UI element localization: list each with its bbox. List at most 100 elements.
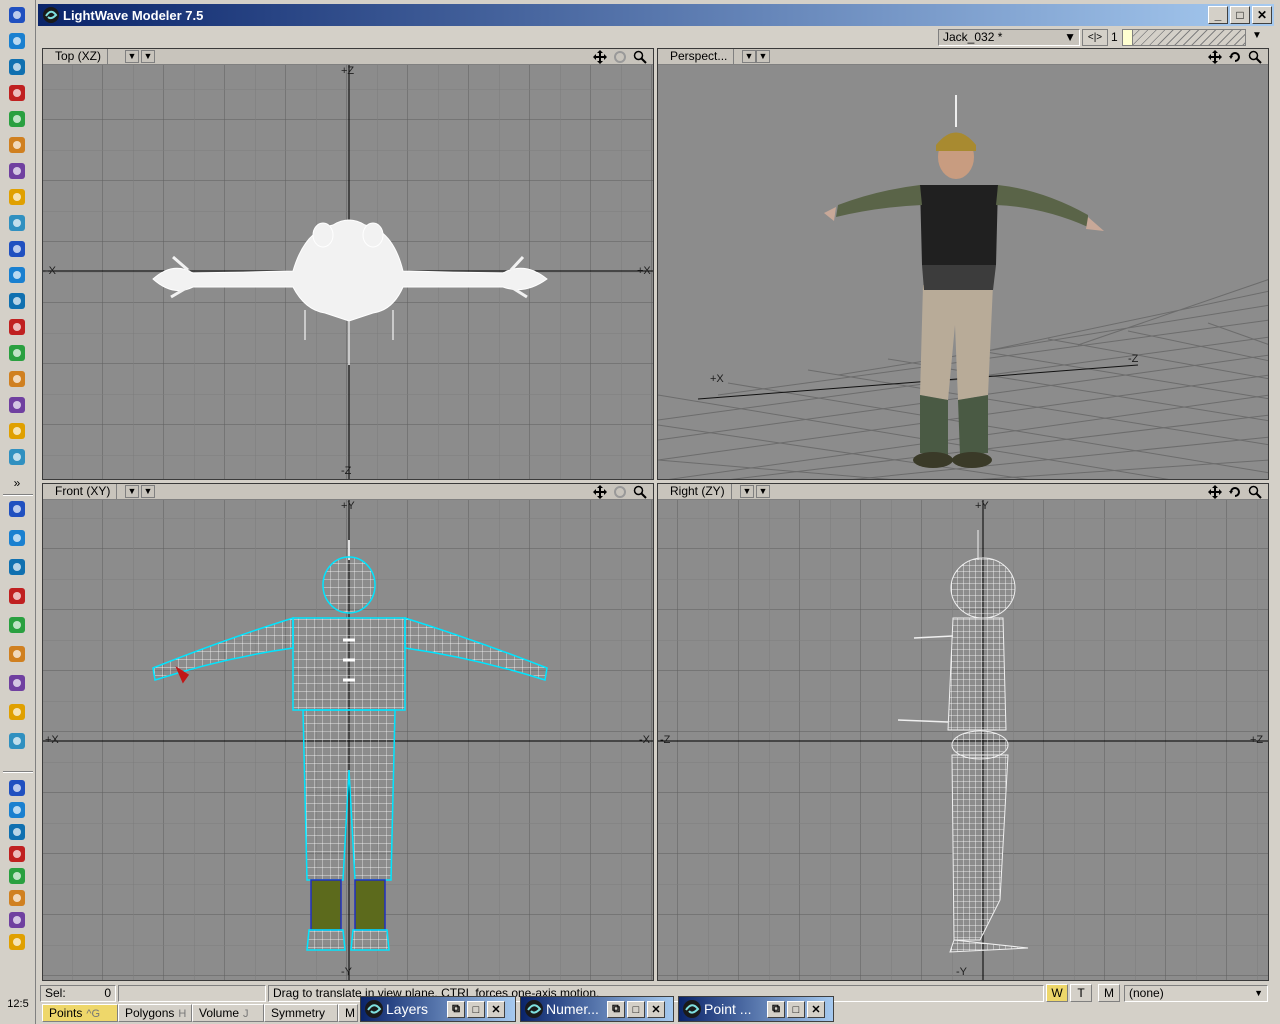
runner-icon[interactable]	[5, 799, 29, 821]
layers-panel-title: Layers	[386, 1001, 429, 1017]
move-view-icon[interactable]	[1206, 50, 1224, 64]
layer-nav-button[interactable]: <|>	[1082, 29, 1108, 46]
view-type-dropdown[interactable]: ▼	[742, 50, 756, 63]
cd-icon[interactable]	[5, 394, 29, 416]
restore-button[interactable]: ⧉	[767, 1001, 785, 1018]
disk-icon[interactable]	[5, 701, 29, 723]
symmetry-label: Symmetry	[271, 1006, 325, 1020]
viewport-title: Right (ZY)	[664, 484, 732, 499]
restore-button[interactable]: ⧉	[607, 1001, 625, 1018]
layer-1-button[interactable]	[1123, 30, 1133, 45]
render-mode-dropdown[interactable]: ▼	[141, 50, 155, 63]
rotate-view-icon[interactable]	[1226, 485, 1244, 499]
close-button[interactable]: ✕	[647, 1001, 665, 1018]
zoom-view-icon[interactable]	[631, 50, 649, 64]
figure-icon[interactable]	[5, 134, 29, 156]
rotate-view-icon[interactable]	[611, 50, 629, 64]
texture-map-button[interactable]: T	[1070, 984, 1092, 1002]
view-type-dropdown[interactable]: ▼	[125, 50, 139, 63]
close-button[interactable]: ✕	[807, 1001, 825, 1018]
viewport-right[interactable]: Right (ZY) ▼ ▼ +Y -Y -Z +Z	[657, 483, 1269, 981]
vertex-map-select[interactable]: (none) ▼	[1124, 985, 1268, 1002]
layer-object-select[interactable]: Jack_032 * ▼	[938, 29, 1080, 46]
runner-icon[interactable]	[5, 420, 29, 442]
viewport-top[interactable]: Top (XZ) ▼ ▼ +Z -Z +X -X	[42, 48, 654, 480]
move-view-icon[interactable]	[591, 50, 609, 64]
maximize-button[interactable]: □	[787, 1001, 805, 1018]
title-bar[interactable]: LightWave Modeler 7.5 _ □ ✕	[38, 4, 1274, 26]
viewport-front[interactable]: Front (XY) ▼ ▼ +Y -Y +X -X	[42, 483, 654, 981]
numeric-panel-minimized[interactable]: Numer... ⧉ □ ✕	[520, 996, 674, 1022]
close-button[interactable]: ✕	[487, 1001, 505, 1018]
render-mode-dropdown[interactable]: ▼	[141, 485, 155, 498]
close-button[interactable]: ✕	[1252, 6, 1272, 24]
lightwave-icon[interactable]	[5, 316, 29, 338]
lightwave-icon[interactable]	[5, 446, 29, 468]
m-logo-icon[interactable]	[5, 290, 29, 312]
document-icon[interactable]	[5, 186, 29, 208]
rotate-view-icon[interactable]	[1226, 50, 1244, 64]
printer-icon[interactable]	[5, 931, 29, 953]
maximize-button[interactable]: □	[627, 1001, 645, 1018]
quicktime-icon[interactable]	[5, 82, 29, 104]
minimize-button[interactable]: _	[1208, 6, 1228, 24]
maximize-button[interactable]: □	[1230, 6, 1250, 24]
points-mode-button[interactable]: Points ^G	[42, 1004, 118, 1022]
windows-start-icon[interactable]	[5, 4, 29, 26]
modes-m-button[interactable]: M	[338, 1004, 358, 1022]
view-type-dropdown[interactable]: ▼	[740, 485, 754, 498]
layer-bank-arrow-icon[interactable]: ▼	[1252, 30, 1262, 41]
axis-label-nx: -X	[45, 265, 56, 277]
internet-explorer-icon[interactable]	[5, 108, 29, 130]
globe-icon[interactable]	[5, 30, 29, 52]
red-ball-icon[interactable]	[5, 238, 29, 260]
layers-panel-minimized[interactable]: Layers ⧉ □ ✕	[360, 996, 516, 1022]
image-icon[interactable]	[5, 160, 29, 182]
internet-explorer-icon[interactable]	[5, 614, 29, 636]
volume-mode-button[interactable]: Volume J	[192, 1004, 264, 1022]
lightwave-icon[interactable]	[5, 498, 29, 520]
cube-icon[interactable]	[5, 527, 29, 549]
speaker-icon[interactable]	[5, 887, 29, 909]
lightwave-modeler-window: 12:5 » LightWave Modeler 7.5 _ □ ✕ Jack_…	[0, 0, 1280, 1024]
weight-map-button[interactable]: W	[1046, 984, 1068, 1002]
lightwave-icon[interactable]	[5, 843, 29, 865]
red-bug-icon[interactable]	[5, 264, 29, 286]
viewport-title: Top (XZ)	[49, 49, 109, 64]
taskbar-chevron[interactable]: »	[5, 472, 29, 494]
zoom-view-icon[interactable]	[1246, 485, 1264, 499]
move-view-icon[interactable]	[1206, 485, 1224, 499]
zoom-view-icon[interactable]	[1246, 50, 1264, 64]
internet-explorer-icon[interactable]	[5, 56, 29, 78]
points-mode-label: Points	[49, 1006, 83, 1020]
viewport-perspective[interactable]: Perspect... ▼ ▼ +X -Z	[657, 48, 1269, 480]
internet-explorer-icon[interactable]	[5, 556, 29, 578]
window-title: LightWave Modeler 7.5	[63, 7, 204, 23]
render-mode-dropdown[interactable]: ▼	[756, 50, 770, 63]
globe-icon[interactable]	[5, 730, 29, 752]
morph-map-button[interactable]: M	[1098, 984, 1120, 1002]
internet-explorer-icon[interactable]	[5, 585, 29, 607]
layer-toolbar: Jack_032 * ▼ <|> 1 ▼	[38, 27, 1274, 47]
restore-button[interactable]: ⧉	[447, 1001, 465, 1018]
polygons-mode-label: Polygons	[125, 1006, 175, 1020]
lightwave-icon[interactable]	[5, 342, 29, 364]
folder-icon[interactable]	[5, 777, 29, 799]
symmetry-button[interactable]: Symmetry	[264, 1004, 338, 1022]
film-icon[interactable]	[5, 368, 29, 390]
zoom-view-icon[interactable]	[631, 485, 649, 499]
point-info-panel-minimized[interactable]: Point ... ⧉ □ ✕	[678, 996, 834, 1022]
rotate-view-icon[interactable]	[611, 485, 629, 499]
internet-explorer-icon[interactable]	[5, 643, 29, 665]
view-type-dropdown[interactable]: ▼	[125, 485, 139, 498]
move-view-icon[interactable]	[591, 485, 609, 499]
render-mode-dropdown[interactable]: ▼	[756, 485, 770, 498]
network-icon[interactable]	[5, 909, 29, 931]
search-icon[interactable]	[5, 865, 29, 887]
layer-bank-buttons[interactable]	[1122, 29, 1246, 46]
maximize-button[interactable]: □	[467, 1001, 485, 1018]
polygons-mode-button[interactable]: Polygons H	[118, 1004, 192, 1022]
paint-icon[interactable]	[5, 212, 29, 234]
quicktime-icon[interactable]	[5, 672, 29, 694]
mouse-icon[interactable]	[5, 821, 29, 843]
